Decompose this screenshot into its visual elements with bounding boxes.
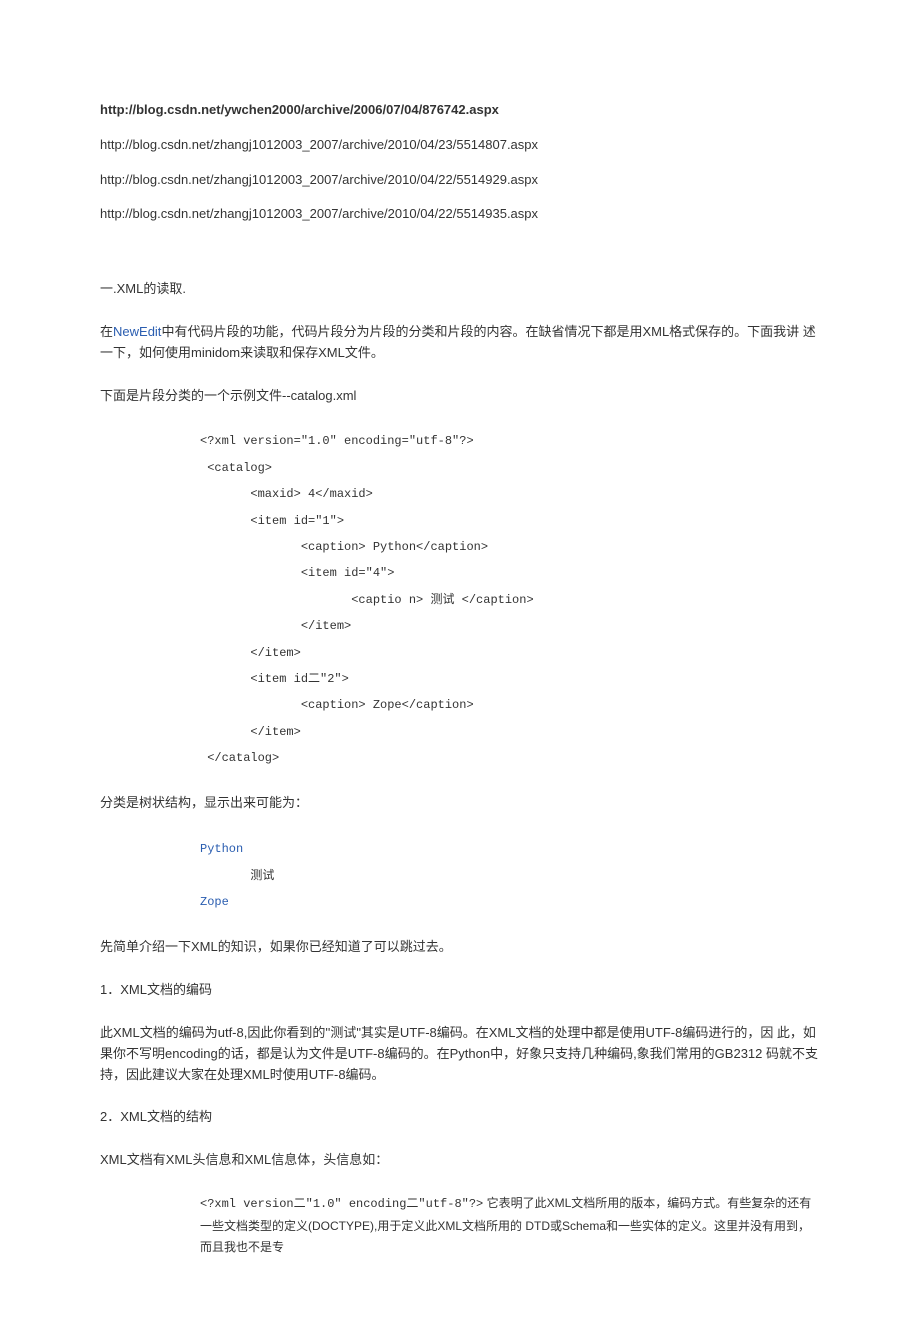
xml-code-block: <?xml version="1.0" encoding="utf-8"?> <… (200, 428, 820, 771)
quote-block: <?xml version二"1.0" encoding二"utf-8"?> 它… (200, 1193, 820, 1259)
skip-note: 先简单介绍一下XML的知识，如果你已经知道了可以跳过去。 (100, 937, 820, 958)
url-link-4[interactable]: http://blog.csdn.net/zhangj1012003_2007/… (100, 204, 820, 225)
code-line: <item id二"2"> (200, 666, 820, 692)
code-line: <catalog> (200, 455, 820, 481)
code-line: <caption> Python</caption> (200, 534, 820, 560)
code-line: <captio n> 测试 </caption> (200, 587, 820, 613)
tree-item-test-text: 测试 (250, 869, 274, 883)
url-link-1[interactable]: http://blog.csdn.net/ywchen2000/archive/… (100, 100, 820, 121)
example-intro: 下面是片段分类的一个示例文件--catalog.xml (100, 386, 820, 407)
url-link-2[interactable]: http://blog.csdn.net/zhangj1012003_2007/… (100, 135, 820, 156)
code-line: </item> (200, 640, 820, 666)
code-line: <caption> Zope</caption> (200, 692, 820, 718)
tree-block: Python 测试 Zope (200, 836, 820, 915)
paragraph-structure: XML文档有XML头信息和XML信息体，头信息如： (100, 1150, 820, 1171)
code-line: </catalog> (200, 745, 820, 771)
tree-item-python[interactable]: Python (200, 842, 243, 856)
heading-encoding: 1．XML文档的编码 (100, 980, 820, 1001)
section-1-title: 一.XML的读取. (100, 279, 820, 300)
code-line: <item id="1"> (200, 508, 820, 534)
code-line: <?xml version="1.0" encoding="utf-8"?> (200, 428, 820, 454)
intro-suffix: 中有代码片段的功能，代码片段分为片段的分类和片段的内容。在缺省情况下都是用XML… (100, 324, 816, 360)
newedit-link[interactable]: NewEdit (113, 324, 161, 339)
tree-item-test (200, 869, 250, 883)
code-line: <maxid> 4</maxid> (200, 481, 820, 507)
intro-prefix: 在 (100, 324, 113, 339)
code-line: </item> (200, 613, 820, 639)
intro-paragraph: 在NewEdit中有代码片段的功能，代码片段分为片段的分类和片段的内容。在缺省情… (100, 322, 820, 364)
paragraph-encoding: 此XML文档的编码为utf-8,因此你看到的''测试"其实是UTF-8编码。在X… (100, 1023, 820, 1085)
tree-intro: 分类是树状结构，显示出来可能为： (100, 793, 820, 814)
heading-structure: 2．XML文档的结构 (100, 1107, 820, 1128)
code-line: <item id="4"> (200, 560, 820, 586)
quote-code: <?xml version二"1.0" encoding二"utf-8"?> (200, 1197, 483, 1211)
code-line: </item> (200, 719, 820, 745)
tree-item-zope[interactable]: Zope (200, 895, 229, 909)
url-link-3[interactable]: http://blog.csdn.net/zhangj1012003_2007/… (100, 170, 820, 191)
